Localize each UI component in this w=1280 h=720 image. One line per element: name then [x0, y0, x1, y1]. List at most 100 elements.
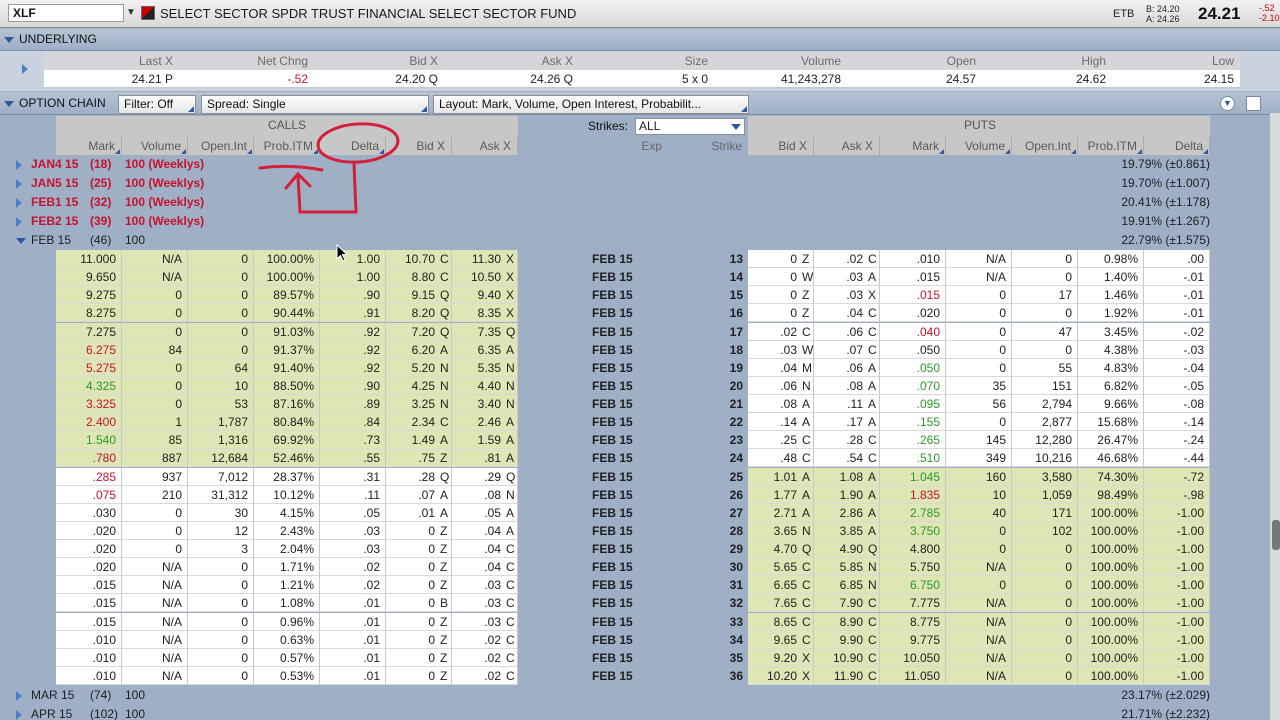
call-prob-itm-cell[interactable]: 80.84%: [254, 413, 320, 432]
call-volume-cell[interactable]: 887: [122, 449, 188, 468]
chain-row[interactable]: .020 0 12 2.43% .03 0 Z .04 A FEB 15 28 3.65 N 3.85 A 3…: [56, 521, 1210, 540]
put-ask-cell[interactable]: 11.90 C: [814, 666, 880, 685]
call-bid-cell[interactable]: .07 A: [386, 485, 452, 504]
put-mark-cell[interactable]: .015: [880, 268, 946, 287]
call-open-int-cell[interactable]: 0: [188, 648, 254, 667]
call-delta-cell[interactable]: .92: [320, 340, 386, 359]
put-volume-cell[interactable]: 0: [946, 322, 1012, 341]
call-mark-cell[interactable]: 5.275: [56, 358, 122, 377]
call-mark-cell[interactable]: 7.275: [56, 322, 122, 341]
put-mark-cell[interactable]: 2.785: [880, 503, 946, 522]
call-open-int-cell[interactable]: 0: [188, 576, 254, 595]
put-delta-cell[interactable]: -.03: [1144, 340, 1210, 359]
col-size[interactable]: Size: [579, 52, 714, 70]
strike-cell[interactable]: 14: [668, 268, 748, 287]
put-bid-cell[interactable]: 8.65 C: [748, 612, 814, 631]
put-volume-cell[interactable]: 10: [946, 485, 1012, 504]
chain-row[interactable]: 7.275 0 0 91.03% .92 7.20 Q 7.35 Q FEB 15 17.02 C .0…: [56, 322, 1210, 341]
put-ask-cell[interactable]: .06 A: [814, 358, 880, 377]
col-net-chng[interactable]: Net Chng: [179, 52, 314, 70]
put-volume-cell[interactable]: N/A: [946, 648, 1012, 667]
expiration-cell[interactable]: FEB 15: [518, 304, 668, 323]
strike-cell[interactable]: 28: [668, 521, 748, 540]
put-ask-cell[interactable]: 1.90 A: [814, 485, 880, 504]
put-open-int-cell[interactable]: 0: [1012, 540, 1078, 558]
chain-row[interactable]: 8.275 0 0 90.44% .91 8.20 Q 8.35 X FEB 15 16 0 Z .04 C…: [56, 304, 1210, 323]
expand-icon[interactable]: [16, 710, 22, 720]
call-delta-cell[interactable]: .01: [320, 648, 386, 667]
chain-row[interactable]: 11.000 N/A 0 100.00% 1.00 10.70 C 11.30 X FEB 15 1…: [56, 250, 1210, 268]
expiration-cell[interactable]: FEB 15: [518, 485, 668, 504]
call-mark-cell[interactable]: .020: [56, 558, 122, 577]
strike-cell[interactable]: 35: [668, 648, 748, 667]
call-bid-cell[interactable]: 0B: [386, 594, 452, 613]
expiration-cell[interactable]: FEB 15: [518, 250, 668, 268]
put-delta-cell[interactable]: -1.00: [1144, 540, 1210, 558]
col-ask[interactable]: Ask X: [444, 52, 579, 70]
expand-icon[interactable]: [16, 198, 22, 208]
put-ask-cell[interactable]: 5.85 N: [814, 558, 880, 577]
put-volume-cell[interactable]: N/A: [946, 630, 1012, 649]
call-mark-cell[interactable]: .010: [56, 630, 122, 649]
strike-cell[interactable]: 23: [668, 431, 748, 450]
call-delta-cell[interactable]: .91: [320, 304, 386, 323]
put-mark-cell[interactable]: .070: [880, 376, 946, 395]
expiration-cell[interactable]: FEB 15: [518, 376, 668, 395]
strike-cell[interactable]: 36: [668, 666, 748, 685]
call-ask-cell[interactable]: 3.40 N: [452, 395, 518, 413]
put-open-int-cell[interactable]: 171: [1012, 503, 1078, 522]
put-open-int-cell[interactable]: 0: [1012, 612, 1078, 631]
call-mark-cell[interactable]: .010: [56, 648, 122, 667]
put-mark-cell[interactable]: 5.750: [880, 558, 946, 577]
call-open-int-cell[interactable]: 53: [188, 395, 254, 413]
put-volume-cell[interactable]: N/A: [946, 594, 1012, 613]
put-bid-cell[interactable]: 9.65 C: [748, 630, 814, 649]
call-delta-cell[interactable]: .05: [320, 503, 386, 522]
put-mark-cell[interactable]: 9.775: [880, 630, 946, 649]
expiration-cell[interactable]: FEB 15: [518, 576, 668, 595]
expand-all-icon[interactable]: ▼: [1220, 96, 1235, 111]
call-bid-cell[interactable]: 0Z: [386, 576, 452, 595]
col-volume[interactable]: Volume: [714, 52, 847, 70]
call-open-int-cell[interactable]: 0: [188, 558, 254, 577]
call-mark-cell[interactable]: .075: [56, 485, 122, 504]
expand-icon[interactable]: [16, 691, 22, 701]
chain-row[interactable]: .015 N/A 0 1.21% .02 0 Z .03 C FEB 15 31 6.65 C 6.85 N…: [56, 576, 1210, 595]
put-delta-cell[interactable]: -.44: [1144, 449, 1210, 468]
put-prob-itm-cell[interactable]: 100.00%: [1078, 558, 1144, 577]
call-prob-itm-cell[interactable]: 1.08%: [254, 594, 320, 613]
put-volume-cell[interactable]: 0: [946, 576, 1012, 595]
put-bid-cell[interactable]: 0Z: [748, 250, 814, 268]
put-volume-cell[interactable]: N/A: [946, 250, 1012, 268]
link-flag-icon[interactable]: [141, 6, 155, 20]
put-ask-cell[interactable]: .03 X: [814, 286, 880, 305]
expiration-cell[interactable]: FEB 15: [518, 521, 668, 540]
col-put-open-int[interactable]: Open.Int: [1012, 137, 1078, 155]
put-ask-cell[interactable]: .03 A: [814, 268, 880, 287]
col-call-ask[interactable]: Ask X: [452, 137, 518, 155]
call-ask-cell[interactable]: .03 C: [452, 576, 518, 595]
call-mark-cell[interactable]: .020: [56, 540, 122, 558]
call-mark-cell[interactable]: 3.325: [56, 395, 122, 413]
chain-row[interactable]: .030 0 30 4.15% .05.01 A .05 A FEB 15 27 2.71 A 2.86…: [56, 503, 1210, 522]
call-mark-cell[interactable]: .030: [56, 503, 122, 522]
put-bid-cell[interactable]: .25 C: [748, 431, 814, 450]
call-bid-cell[interactable]: 4.25 N: [386, 376, 452, 395]
call-volume-cell[interactable]: 85: [122, 431, 188, 450]
call-bid-cell[interactable]: 2.34 C: [386, 413, 452, 432]
put-prob-itm-cell[interactable]: 100.00%: [1078, 503, 1144, 522]
underlying-header[interactable]: UNDERLYING: [0, 29, 1280, 51]
strike-cell[interactable]: 29: [668, 540, 748, 558]
call-open-int-cell[interactable]: 0: [188, 322, 254, 341]
put-delta-cell[interactable]: .00: [1144, 250, 1210, 268]
strike-cell[interactable]: 21: [668, 395, 748, 413]
put-volume-cell[interactable]: 56: [946, 395, 1012, 413]
call-bid-cell[interactable]: 8.20 Q: [386, 304, 452, 323]
put-open-int-cell[interactable]: 0: [1012, 250, 1078, 268]
col-put-volume[interactable]: Volume: [946, 137, 1012, 155]
call-delta-cell[interactable]: .02: [320, 576, 386, 595]
call-bid-cell[interactable]: 0Z: [386, 648, 452, 667]
put-bid-cell[interactable]: 4.70 Q: [748, 540, 814, 558]
call-ask-cell[interactable]: 7.35 Q: [452, 322, 518, 341]
call-ask-cell[interactable]: 1.59 A: [452, 431, 518, 450]
